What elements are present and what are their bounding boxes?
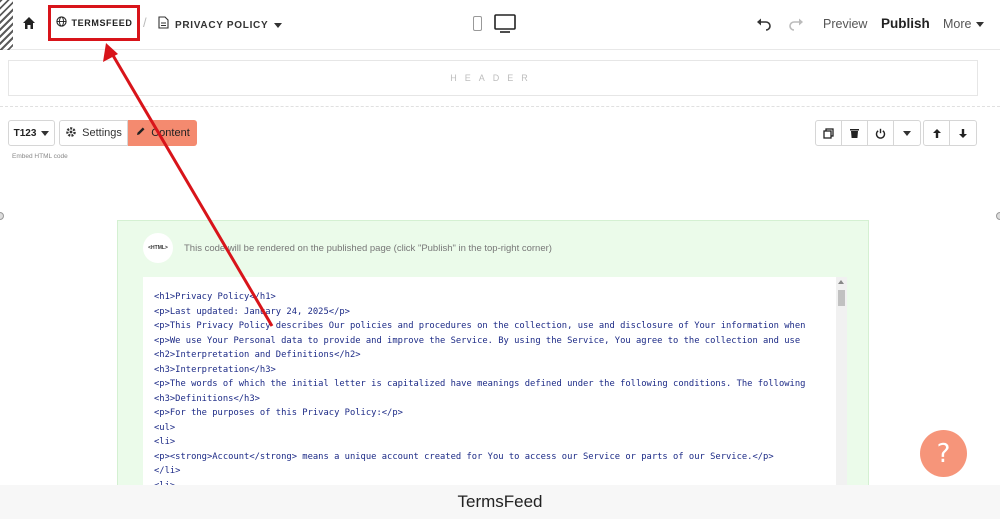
settings-label: Settings — [82, 127, 122, 139]
render-notice: This code will be rendered on the publis… — [184, 243, 552, 254]
chevron-down-icon[interactable] — [894, 121, 920, 145]
code-line: <h3>Interpretation</h3> — [154, 364, 276, 375]
chevron-down-icon — [976, 21, 985, 27]
globe-icon — [55, 14, 67, 32]
home-icon[interactable] — [22, 16, 40, 34]
more-menu-button[interactable]: More — [943, 17, 985, 31]
content-label: Content — [151, 127, 190, 139]
page-icon — [158, 16, 169, 34]
header-block-label: HEADER — [450, 73, 536, 83]
trash-icon[interactable] — [842, 121, 868, 145]
gear-icon — [65, 126, 77, 141]
left-resize-handle[interactable] — [0, 212, 4, 220]
page-selector-button[interactable]: PRIVACY POLICY — [158, 14, 283, 36]
code-line: <p>For the purposes of this Privacy Poli… — [154, 408, 403, 418]
right-resize-handle[interactable] — [996, 212, 1000, 220]
block-actions-group — [815, 120, 921, 146]
code-line: <li> — [154, 437, 176, 447]
scroll-thumb[interactable] — [838, 290, 845, 306]
block-type-caption: Embed HTML code — [12, 153, 68, 160]
code-line: <p>We use Your Personal data to provide … — [154, 335, 801, 346]
page-label: PRIVACY POLICY — [175, 19, 269, 31]
settings-button[interactable]: Settings — [59, 120, 128, 146]
header-block[interactable]: HEADER — [8, 60, 978, 96]
code-line: <h2>Interpretation and Definitions</h2> — [154, 350, 361, 360]
code-line: <h1>Privacy Policy</h1> — [154, 292, 276, 302]
chevron-down-icon — [41, 130, 50, 136]
zigzag-decoration — [0, 0, 13, 50]
preview-button[interactable]: Preview — [823, 17, 867, 31]
publish-button[interactable]: Publish — [881, 16, 930, 31]
desktop-device-icon[interactable] — [494, 14, 516, 36]
code-line: <p>This Privacy Policy describes Our pol… — [154, 321, 806, 331]
code-line: <p><strong>Account</strong> means a uniq… — [154, 451, 774, 462]
code-line: </li> — [154, 466, 181, 476]
code-line: <p>The words of which the initial letter… — [154, 379, 806, 389]
block-id-dropdown[interactable]: T123 — [8, 120, 55, 146]
code-line: <h3>Definitions</h3> — [154, 393, 260, 404]
move-down-icon[interactable] — [950, 121, 976, 145]
code-lines: <h1>Privacy Policy</h1> <p>Last updated:… — [154, 290, 836, 493]
pencil-icon — [135, 126, 146, 140]
caption-text: TermsFeed — [457, 492, 543, 511]
block-id-label: T123 — [13, 127, 37, 139]
mobile-device-icon[interactable] — [473, 16, 482, 31]
breadcrumb-separator: / — [143, 15, 147, 30]
content-button[interactable]: Content — [128, 120, 197, 146]
code-line: <p>Last updated: January 24, 2025</p> — [154, 306, 350, 317]
chevron-down-icon — [274, 22, 283, 28]
code-line: <ul> — [154, 422, 176, 433]
site-selector-button[interactable]: TERMSFEED — [48, 5, 140, 41]
duplicate-icon[interactable] — [816, 121, 842, 145]
html-badge-icon: <HTML> — [143, 233, 173, 263]
undo-icon[interactable] — [756, 16, 772, 32]
power-icon[interactable] — [868, 121, 894, 145]
site-label: TERMSFEED — [71, 18, 133, 28]
redo-icon[interactable] — [788, 16, 804, 32]
block-move-group — [923, 120, 977, 146]
more-label: More — [943, 17, 972, 31]
help-button[interactable]: ? — [920, 430, 967, 477]
caption-bar: TermsFeed — [0, 485, 1000, 519]
code-scrollbar[interactable] — [836, 277, 847, 519]
top-toolbar: TERMSFEED / PRIVACY POLICY Preview Publi… — [0, 0, 1000, 50]
scroll-up-icon[interactable] — [838, 280, 844, 284]
block-divider — [0, 106, 1000, 107]
embed-html-panel: <HTML> This code will be rendered on the… — [117, 220, 869, 519]
move-up-icon[interactable] — [924, 121, 950, 145]
html-code-editor[interactable]: <h1>Privacy Policy</h1> <p>Last updated:… — [143, 277, 847, 519]
